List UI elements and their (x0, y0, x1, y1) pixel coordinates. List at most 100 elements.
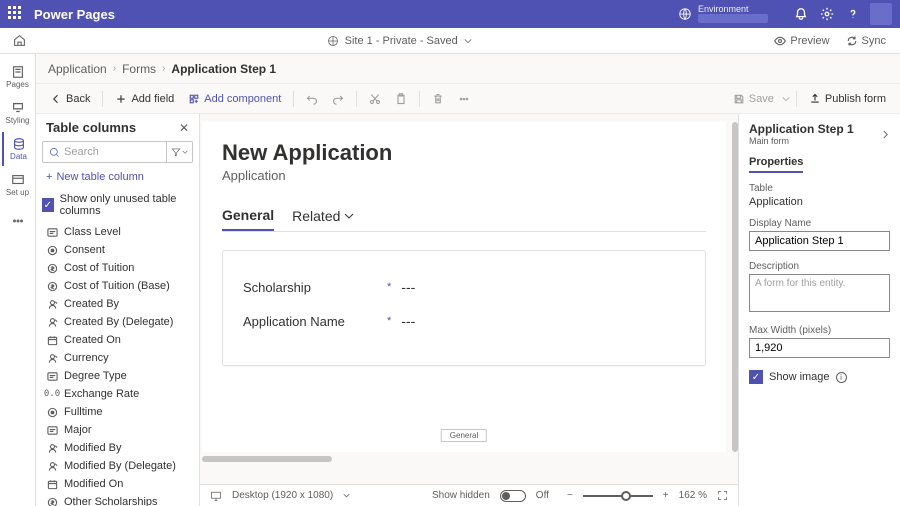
checkbox-icon (42, 198, 54, 212)
column-type-icon: 0.0 (46, 388, 58, 400)
column-type-icon (46, 406, 58, 418)
more-button[interactable] (452, 90, 476, 108)
redo-button[interactable] (326, 90, 350, 108)
publish-button[interactable]: Publish form (803, 90, 892, 108)
props-name-label: Display Name (749, 218, 890, 229)
props-tab-properties[interactable]: Properties (749, 152, 803, 173)
breadcrumb: Application › Forms › Application Step 1 (36, 54, 900, 84)
column-type-icon (46, 280, 58, 292)
zoom-slider[interactable] (583, 495, 653, 497)
breadcrumb-app[interactable]: Application (48, 62, 107, 76)
show-hidden-toggle[interactable] (500, 490, 526, 502)
table-column-item[interactable]: Other Scholarships (36, 493, 199, 506)
back-button[interactable]: Back (44, 90, 96, 108)
user-avatar[interactable] (870, 3, 892, 25)
table-column-item[interactable]: Created On (36, 331, 199, 349)
tab-general[interactable]: General (222, 201, 274, 231)
close-icon[interactable]: ✕ (179, 121, 189, 135)
home-icon[interactable] (8, 34, 30, 47)
filter-button[interactable] (166, 142, 192, 162)
search-icon (49, 147, 60, 158)
table-column-item[interactable]: Modified On (36, 475, 199, 493)
table-column-item[interactable]: Created By (36, 295, 199, 313)
filter-icon (171, 147, 181, 157)
column-type-icon (46, 352, 58, 364)
save-button[interactable]: Save (727, 90, 780, 108)
table-column-item[interactable]: Created By (Delegate) (36, 313, 199, 331)
add-component-button[interactable]: Add component (182, 90, 287, 108)
field-application-name[interactable]: Application Name * --- (243, 313, 685, 329)
table-column-item[interactable]: Class Level (36, 223, 199, 241)
required-icon: * (387, 315, 391, 327)
site-status[interactable]: Site 1 - Private - Saved (345, 35, 458, 47)
section-label-box[interactable]: General (441, 429, 487, 442)
chevron-down-icon[interactable] (343, 492, 350, 499)
column-type-icon (46, 262, 58, 274)
preview-button[interactable]: Preview (768, 33, 835, 49)
chevron-down-icon[interactable] (464, 37, 472, 45)
props-table-value: Application (749, 196, 890, 208)
form-canvas: New Application Application General Rela… (200, 114, 738, 506)
environment-label: Environment (698, 5, 768, 15)
sync-label: Sync (862, 35, 886, 47)
table-column-item[interactable]: Cost of Tuition (36, 259, 199, 277)
table-column-item[interactable]: Modified By (36, 439, 199, 457)
description-input[interactable] (749, 274, 890, 312)
info-icon[interactable]: i (836, 372, 847, 383)
cut-button[interactable] (363, 90, 387, 108)
column-type-icon (46, 316, 58, 328)
viewport-label[interactable]: Desktop (1920 x 1080) (232, 490, 333, 501)
display-name-input[interactable] (749, 231, 890, 251)
chevron-right-icon[interactable] (881, 130, 890, 139)
table-column-item[interactable]: Modified By (Delegate) (36, 457, 199, 475)
table-column-item[interactable]: Fulltime (36, 403, 199, 421)
vertical-scrollbar[interactable] (732, 122, 738, 452)
column-type-icon (46, 298, 58, 310)
table-column-item[interactable]: Major (36, 421, 199, 439)
settings-icon[interactable] (814, 1, 840, 27)
status-bar: Desktop (1920 x 1080) Show hidden Off − … (200, 484, 738, 506)
add-field-button[interactable]: Add field (109, 90, 180, 108)
rail-more[interactable] (2, 204, 34, 238)
table-column-item[interactable]: Consent (36, 241, 199, 259)
undo-button[interactable] (300, 90, 324, 108)
chevron-down-icon[interactable] (782, 95, 790, 103)
form-section[interactable]: Scholarship * --- Application Name * --- (222, 250, 706, 366)
tab-related[interactable]: Related (292, 201, 354, 231)
sync-button[interactable]: Sync (840, 33, 892, 49)
help-icon[interactable] (840, 1, 866, 27)
rail-setup[interactable]: Set up (2, 168, 34, 202)
fit-icon[interactable] (717, 490, 728, 501)
chevron-right-icon: › (162, 63, 165, 74)
checkbox-icon (749, 370, 763, 384)
chevron-down-icon (344, 211, 354, 221)
desktop-icon (210, 490, 222, 502)
rail-data[interactable]: Data (2, 132, 34, 166)
table-column-item[interactable]: Degree Type (36, 367, 199, 385)
show-unused-checkbox[interactable]: Show only unused table columns (36, 189, 199, 223)
environment-switcher[interactable]: Environment (678, 5, 768, 24)
table-column-item[interactable]: 0.0Exchange Rate (36, 385, 199, 403)
new-table-column-button[interactable]: +New table column (36, 169, 199, 189)
horizontal-scrollbar[interactable] (202, 456, 332, 462)
rail-styling[interactable]: Styling (2, 96, 34, 130)
notifications-icon[interactable] (788, 1, 814, 27)
paste-button[interactable] (389, 90, 413, 108)
app-title: Power Pages (34, 7, 115, 22)
rail-pages[interactable]: Pages (2, 60, 34, 94)
delete-button[interactable] (426, 90, 450, 108)
form-subtitle: Application (222, 168, 706, 183)
left-rail: Pages Styling Data Set up (0, 54, 36, 506)
table-column-item[interactable]: Currency (36, 349, 199, 367)
field-scholarship[interactable]: Scholarship * --- (243, 279, 685, 295)
max-width-input[interactable] (749, 338, 890, 358)
show-image-checkbox[interactable]: Show imagei (749, 370, 890, 384)
context-bar: Site 1 - Private - Saved Preview Sync (0, 28, 900, 54)
table-column-item[interactable]: Cost of Tuition (Base) (36, 277, 199, 295)
brand-bar: Power Pages Environment (0, 0, 900, 28)
column-type-icon (46, 496, 58, 506)
form-title: New Application (222, 140, 706, 166)
breadcrumb-forms[interactable]: Forms (122, 62, 156, 76)
search-box[interactable]: Search (42, 141, 193, 163)
waffle-icon[interactable] (8, 6, 24, 22)
